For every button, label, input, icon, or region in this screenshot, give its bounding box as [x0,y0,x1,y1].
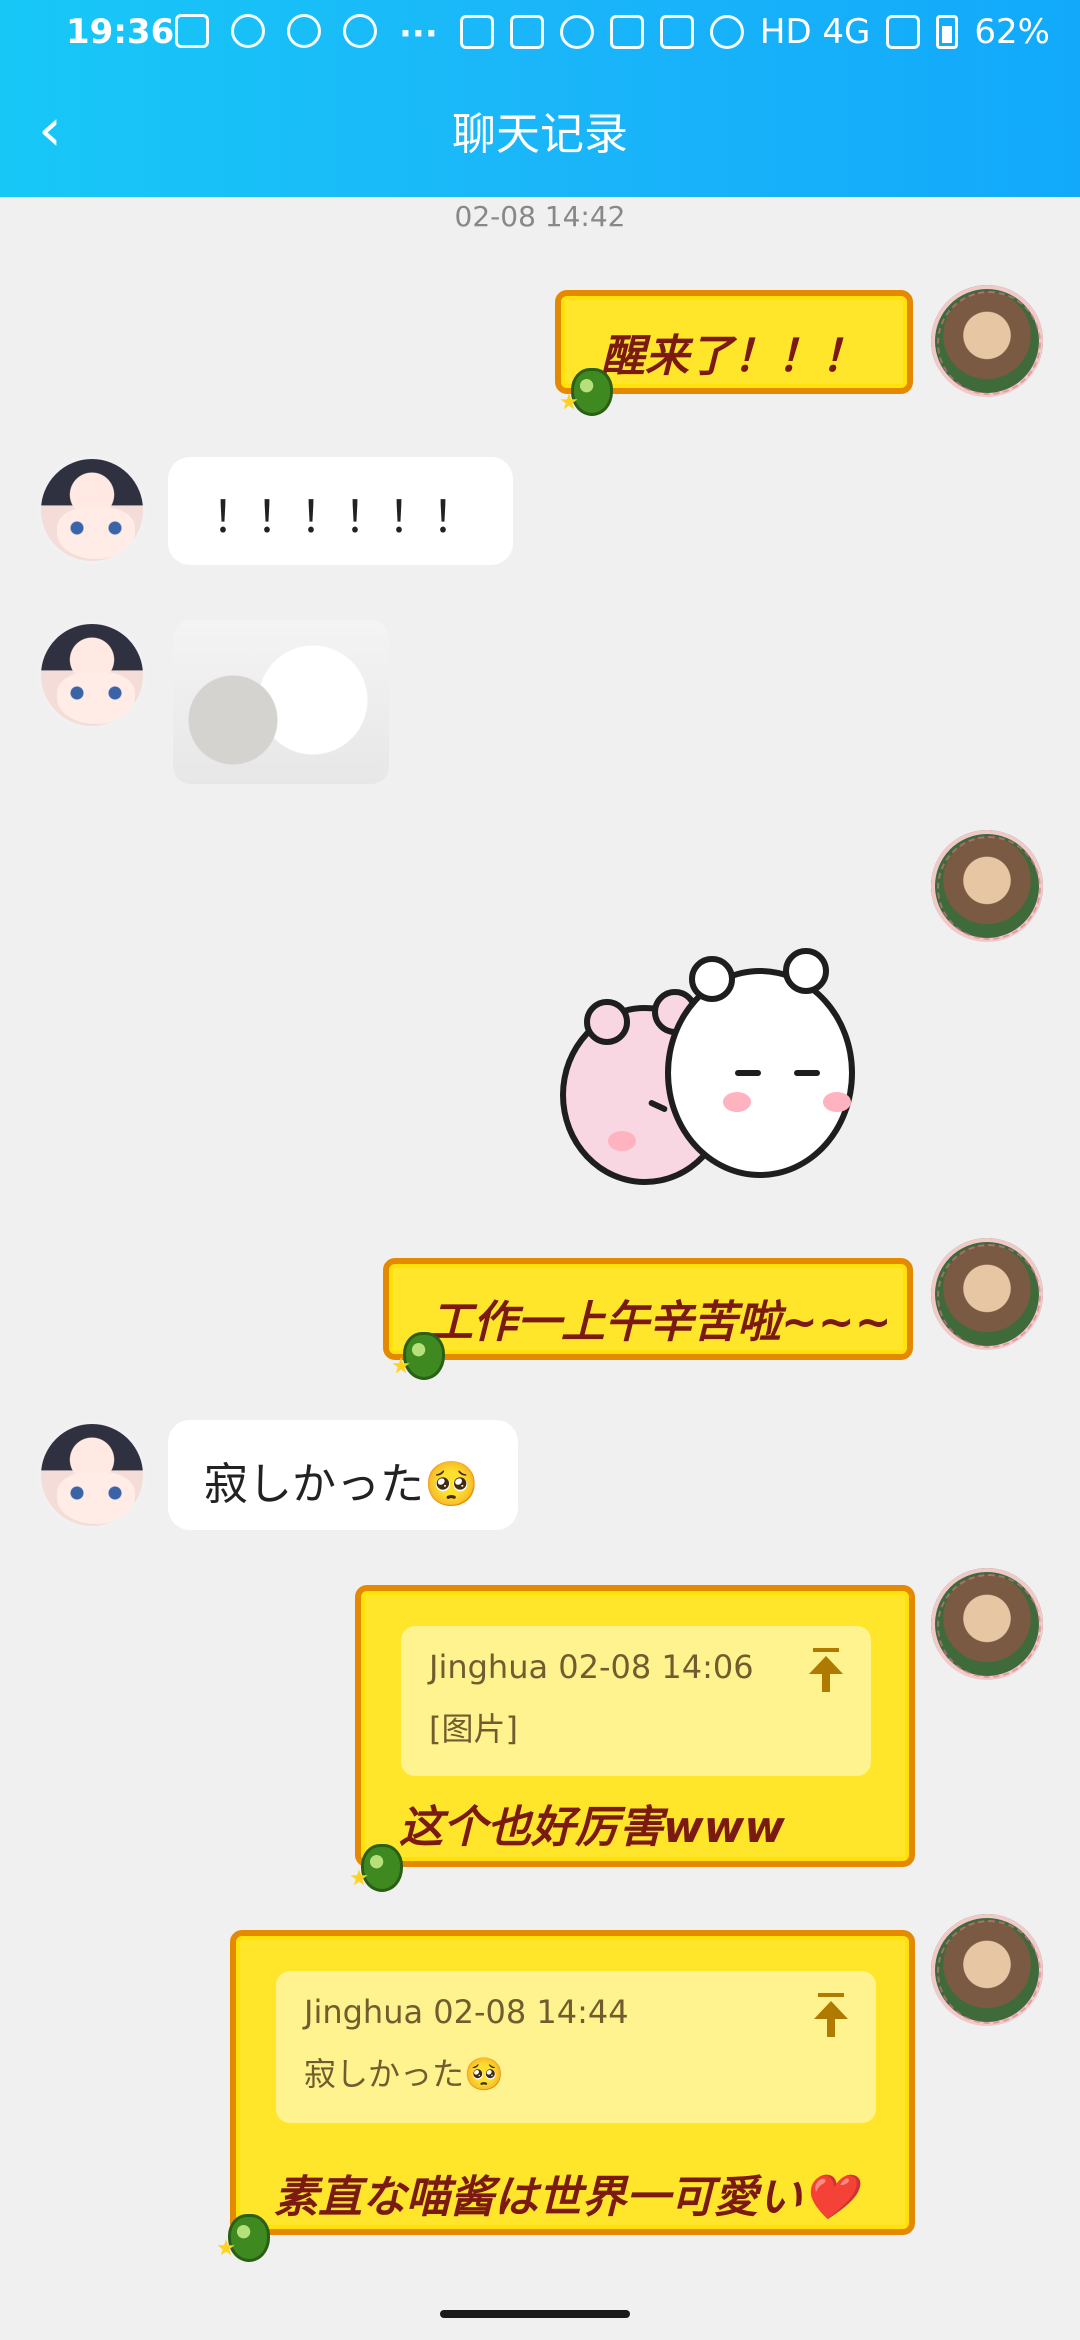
avatar[interactable] [931,1568,1043,1680]
avatar[interactable] [931,1238,1043,1350]
jump-to-message-icon[interactable] [814,1993,848,2037]
avatar[interactable] [931,1914,1043,2026]
wifi-icon [709,15,744,49]
grenade-icon [361,1844,403,1892]
grenade-icon [228,2214,270,2262]
white-bear-icon [665,948,855,1178]
reply-message-bubble[interactable]: Jinghua 02-08 14:44 寂しかった🥺 素直な喵酱は世界一可愛い❤… [228,1930,915,2262]
alarm-icon [559,15,594,49]
system-icons: HD 4G 62% [459,12,1050,52]
bear-sticker[interactable] [560,948,900,1200]
image-message[interactable] [173,620,389,784]
reply-message-bubble[interactable]: Jinghua 02-08 14:06 [图片] 这个也好厉害www [355,1585,915,1892]
auto-icon [459,15,494,49]
battery-icon [936,15,959,49]
message-text: 素直な喵酱は世界一可愛い❤️ [274,2172,857,2223]
title-bar: ‹ 聊天记录 [0,90,1080,180]
mail-icon [343,14,377,48]
avatar[interactable] [931,830,1043,942]
message-text: ！！！！！！ [212,492,476,543]
message-bubble[interactable]: ！！！！！！ [168,457,513,565]
status-bar: 19:36 ··· HD 4G 62% [0,0,1080,72]
x-icon [509,15,544,49]
avatar[interactable] [37,455,147,565]
avatar[interactable] [37,1420,147,1530]
grenade-icon [403,1332,445,1380]
page-title: 聊天记录 [452,109,628,160]
quoted-author: Jinghua 02-08 14:44 [304,1993,629,2031]
message-text: 醒来了！！！ [601,331,865,382]
status-time: 19:36 [66,12,175,52]
home-indicator[interactable] [440,2310,630,2318]
message-bubble[interactable]: 醒来了！！！ [555,290,913,416]
notification-icons: ··· [175,14,439,54]
top-header: 19:36 ··· HD 4G 62% ‹ 聊天记录 [0,0,1080,197]
message-bubble[interactable]: 寂しかった🥺 [168,1420,518,1530]
quoted-content: [图片] [429,1710,518,1748]
quoted-content: 寂しかった🥺 [304,2055,504,2093]
message-text: 工作一上午辛苦啦~~~ [429,1297,892,1348]
message-text: 寂しかった🥺 [204,1459,479,1510]
message-bubble[interactable]: 工作一上午辛苦啦~~~ [383,1258,913,1380]
alipay-icon [231,14,265,48]
quoted-message[interactable]: Jinghua 02-08 14:06 [图片] [401,1626,871,1776]
signal-icon [886,15,921,49]
jump-to-message-icon[interactable] [809,1648,843,1692]
quoted-author: Jinghua 02-08 14:06 [429,1648,754,1686]
avatar[interactable] [931,285,1043,397]
message-text: 这个也好厉害www [399,1802,785,1853]
message-timestamp: 02-08 14:42 [454,200,626,233]
grenade-icon [571,368,613,416]
vibrate-icon [659,15,694,49]
more-notifications-icon: ··· [399,14,438,54]
quoted-message[interactable]: Jinghua 02-08 14:44 寂しかった🥺 [276,1971,876,2123]
chat-history-screen: 19:36 ··· HD 4G 62% ‹ 聊天记录 02-08 14:42 醒… [0,0,1080,2340]
alipay-icon [287,14,321,48]
bluetooth-icon [609,15,644,49]
avatar[interactable] [37,620,147,730]
battery-percent: 62% [974,12,1050,52]
video-icon [175,14,209,48]
network-label: HD 4G [759,12,871,52]
